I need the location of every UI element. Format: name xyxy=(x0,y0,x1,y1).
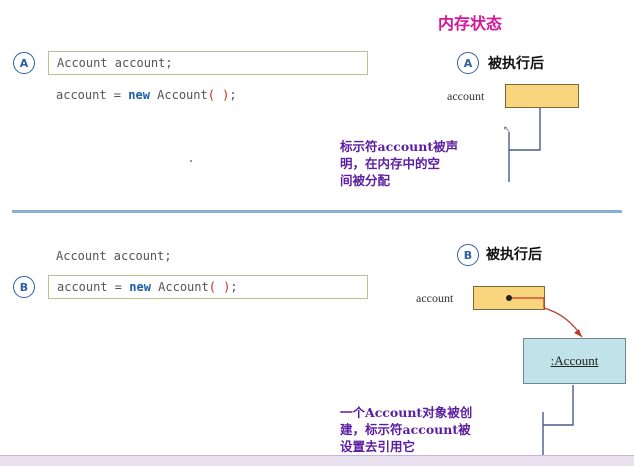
variable-name-a: account xyxy=(447,89,485,103)
note-b-line-1: 一个Account对象被创 xyxy=(340,405,473,420)
assign-args: ( ) xyxy=(207,88,230,102)
assign-lhs: account = xyxy=(56,88,129,102)
assign-end: ; xyxy=(229,88,237,102)
bottom-bar xyxy=(0,455,634,466)
step-b-marker: B xyxy=(13,276,35,298)
step-a-marker: A xyxy=(13,52,35,74)
code-assignment-b: account = new Account( ); xyxy=(57,280,238,294)
after-b-marker: B xyxy=(457,244,479,266)
after-a-marker: A xyxy=(457,52,479,74)
note-b-line-2: 建，标示符account被 xyxy=(340,422,471,437)
note-a-line-1: 标示符account被声 xyxy=(340,139,459,154)
assign-end: ; xyxy=(230,280,238,294)
note-b-line-3: 设置去引用它 xyxy=(340,439,416,454)
after-b-label: 被执行后 xyxy=(486,247,542,263)
note-b: 一个Account对象被创 建，标示符account被 设置去引用它 xyxy=(340,404,520,455)
stray-dot xyxy=(190,160,192,162)
code-declaration-box-a: Account account; xyxy=(48,51,368,75)
assign-class: Account xyxy=(149,88,208,102)
code-declaration-b: Account account; xyxy=(56,249,172,263)
new-keyword: new xyxy=(129,280,151,294)
code-assignment-a: account = new Account( ); xyxy=(56,88,237,102)
note-a-line-3: 间被分配 xyxy=(340,173,391,188)
assign-class: Account xyxy=(150,280,209,294)
variable-name-b: account xyxy=(416,291,454,305)
note-a: 标示符account被声 明，在内存中的空 间被分配 xyxy=(340,138,510,189)
assign-args: ( ) xyxy=(208,280,231,294)
after-a-label: 被执行后 xyxy=(488,56,544,72)
section-divider xyxy=(12,210,622,213)
code-declaration-a: Account account; xyxy=(57,56,173,70)
assign-lhs: account = xyxy=(57,280,130,294)
note-a-line-2: 明，在内存中的空 xyxy=(340,156,441,171)
new-keyword: new xyxy=(128,88,150,102)
memory-state-heading: 内存状态 xyxy=(438,14,503,33)
cursor-icon: ↖ xyxy=(503,125,511,135)
memory-cell-a xyxy=(505,84,579,108)
code-assignment-box-b: account = new Account( ); xyxy=(48,275,368,299)
